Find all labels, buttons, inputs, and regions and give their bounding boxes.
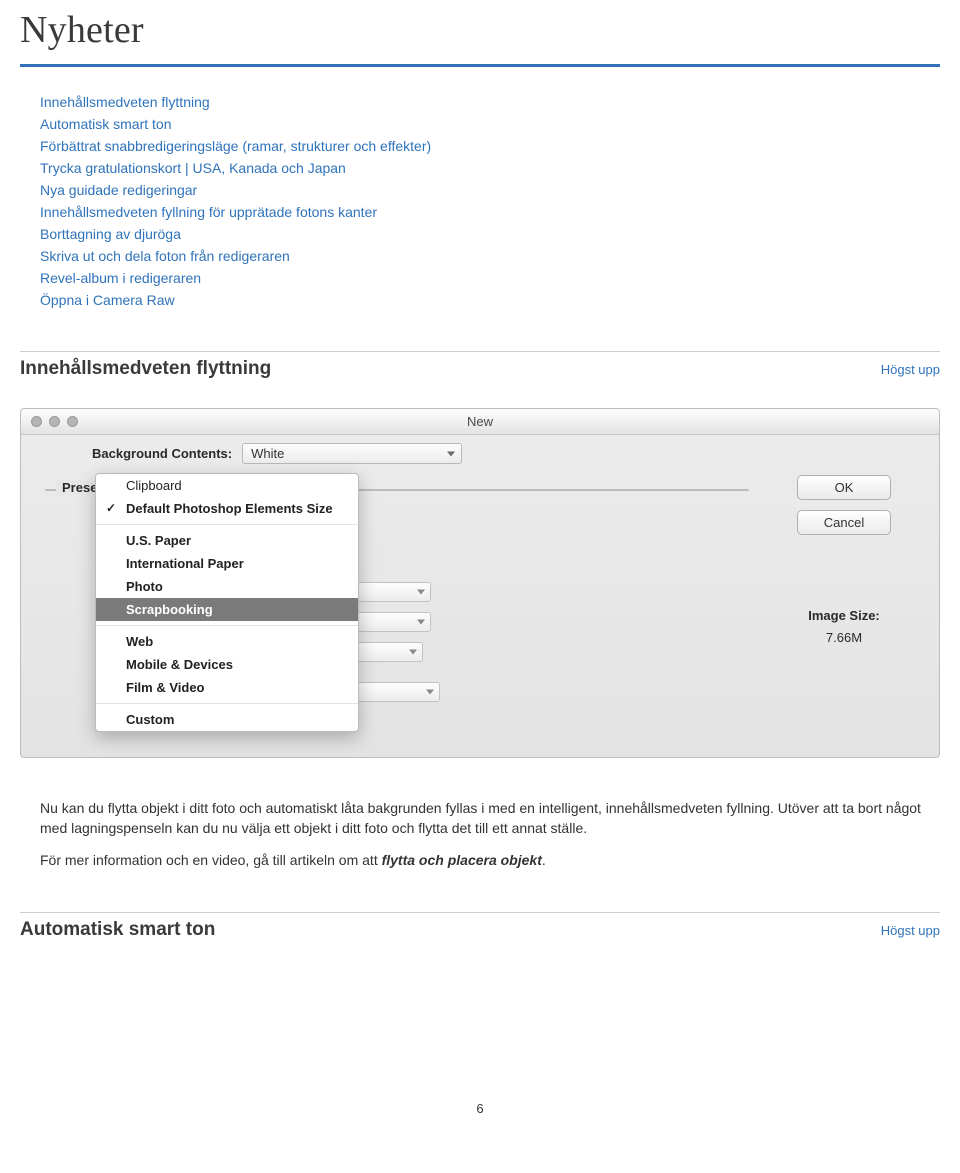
menu-separator bbox=[96, 703, 358, 704]
cancel-button[interactable]: Cancel bbox=[797, 510, 891, 535]
dialog-titlebar: New bbox=[21, 409, 939, 435]
window-dot bbox=[31, 416, 42, 427]
menu-item-intl-paper[interactable]: International Paper bbox=[96, 552, 358, 575]
ok-button[interactable]: OK bbox=[797, 475, 891, 500]
menu-separator bbox=[96, 524, 358, 525]
toc-link[interactable]: Revel-album i redigeraren bbox=[40, 267, 940, 289]
title-rule bbox=[20, 64, 940, 67]
toc-link[interactable]: Trycka gratulationskort | USA, Kanada oc… bbox=[40, 157, 940, 179]
menu-item-scrapbooking[interactable]: Scrapbooking bbox=[96, 598, 358, 621]
bg-contents-value: White bbox=[251, 446, 284, 461]
section1-para2-emphasis: flytta och placera objekt bbox=[382, 852, 542, 868]
menu-item-us-paper[interactable]: U.S. Paper bbox=[96, 529, 358, 552]
menu-separator bbox=[96, 625, 358, 626]
section-heading: Innehållsmedveten flyttning bbox=[20, 358, 271, 380]
back-to-top-link[interactable]: Högst upp bbox=[881, 362, 940, 377]
menu-item-mobile[interactable]: Mobile & Devices bbox=[96, 653, 358, 676]
menu-item-photo[interactable]: Photo bbox=[96, 575, 358, 598]
toc-link[interactable]: Innehållsmedveten flyttning bbox=[40, 91, 940, 113]
image-size-value: 7.66M bbox=[808, 627, 880, 649]
bg-contents-row: Background Contents: White bbox=[92, 443, 462, 464]
section-divider bbox=[20, 351, 940, 352]
bg-contents-select[interactable]: White bbox=[242, 443, 462, 464]
section-divider bbox=[20, 912, 940, 913]
back-to-top-link[interactable]: Högst upp bbox=[881, 923, 940, 938]
page-title: Nyheter bbox=[20, 8, 940, 52]
menu-item-default-size[interactable]: Default Photoshop Elements Size bbox=[96, 497, 358, 520]
toc-link[interactable]: Skriva ut och dela foton från redigerare… bbox=[40, 245, 940, 267]
menu-item-web[interactable]: Web bbox=[96, 630, 358, 653]
menu-item-clipboard[interactable]: Clipboard bbox=[96, 474, 358, 497]
section1-para1: Nu kan du flytta objekt i ditt foto och … bbox=[40, 798, 940, 838]
image-size-readout: Image Size: 7.66M bbox=[808, 605, 880, 649]
chevron-down-icon bbox=[447, 451, 455, 456]
section1-para2-pre: För mer information och en video, gå til… bbox=[40, 852, 382, 868]
dialog-title: New bbox=[467, 414, 493, 429]
window-dot bbox=[67, 416, 78, 427]
embedded-screenshot: New Preset ers ers timeter bbox=[20, 408, 940, 758]
menu-item-film[interactable]: Film & Video bbox=[96, 676, 358, 699]
page-number: 6 bbox=[20, 1101, 940, 1116]
section1-para2: För mer information och en video, gå til… bbox=[40, 850, 940, 870]
toc-link[interactable]: Automatisk smart ton bbox=[40, 113, 940, 135]
new-dialog: New Preset ers ers timeter bbox=[20, 408, 940, 758]
toc-link[interactable]: Nya guidade redigeringar bbox=[40, 179, 940, 201]
menu-item-custom[interactable]: Custom bbox=[96, 708, 358, 731]
toc-link[interactable]: Borttagning av djuröga bbox=[40, 223, 940, 245]
dialog-right-column: OK Cancel Image Size: 7.66M bbox=[769, 475, 919, 649]
bg-contents-label: Background Contents: bbox=[92, 446, 232, 461]
section1-para2-post: . bbox=[542, 852, 546, 868]
toc-link[interactable]: Innehållsmedveten fyllning för upprätade… bbox=[40, 201, 940, 223]
toc-link[interactable]: Förbättrat snabbredigeringsläge (ramar, … bbox=[40, 135, 940, 157]
image-size-label: Image Size: bbox=[808, 605, 880, 627]
section-heading: Automatisk smart ton bbox=[20, 919, 215, 941]
toc-links: Innehållsmedveten flyttning Automatisk s… bbox=[40, 91, 940, 311]
window-dot bbox=[49, 416, 60, 427]
toc-link[interactable]: Öppna i Camera Raw bbox=[40, 289, 940, 311]
preset-dropdown-menu: Clipboard Default Photoshop Elements Siz… bbox=[95, 473, 359, 732]
window-controls bbox=[31, 416, 78, 427]
